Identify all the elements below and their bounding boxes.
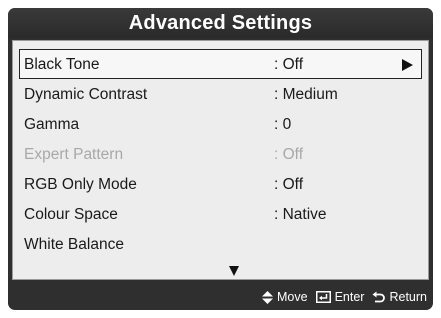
menu-item-gamma[interactable]: Gamma : 0 [19,109,422,139]
menu-item-expert-pattern: Expert Pattern : Off [19,139,422,169]
submenu-arrow-icon [402,59,413,71]
menu-item-label: White Balance [24,236,124,253]
hint-move: Move [262,290,308,304]
menu-item-dynamic-contrast[interactable]: Dynamic Contrast : Medium [19,79,422,109]
hint-enter-label: Enter [334,290,365,304]
menu-item-colour-space[interactable]: Colour Space : Native [19,199,422,229]
menu-item-label: Black Tone [24,56,100,73]
hint-return: Return [372,290,427,304]
menu-item-value: : 0 [274,116,292,133]
menu-item-label: Colour Space [24,206,118,223]
menu-item-label: RGB Only Mode [24,176,137,193]
footer-guide-bar: Move Enter Return [8,284,433,310]
menu-item-black-tone[interactable]: Black Tone : Off [19,49,422,79]
button-hints: Move Enter Return [254,290,427,304]
menu-item-label: Expert Pattern [24,146,124,163]
enter-key-icon [315,291,331,303]
settings-list: Black Tone : Off Dynamic Contrast : Medi… [19,49,422,259]
menu-item-value: : Off [274,176,304,193]
scroll-down-icon[interactable] [229,266,239,276]
advanced-settings-dialog: Advanced Settings Black Tone : Off Dynam… [8,8,433,310]
menu-item-value: : Off [274,146,304,163]
hint-enter: Enter [315,290,365,304]
menu-item-white-balance[interactable]: White Balance [19,229,422,259]
settings-panel: Black Tone : Off Dynamic Contrast : Medi… [12,40,429,280]
menu-item-value: : Medium [274,86,338,103]
dialog-title: Advanced Settings [8,8,433,38]
return-arrow-icon [372,291,386,302]
menu-item-rgb-only-mode[interactable]: RGB Only Mode : Off [19,169,422,199]
menu-item-label: Gamma [24,116,80,133]
up-down-arrows-icon [262,290,273,304]
menu-item-value: : Off [274,56,304,73]
menu-item-value: : Native [274,206,327,223]
menu-item-label: Dynamic Contrast [24,86,148,103]
hint-return-label: Return [389,290,427,304]
hint-move-label: Move [277,290,308,304]
